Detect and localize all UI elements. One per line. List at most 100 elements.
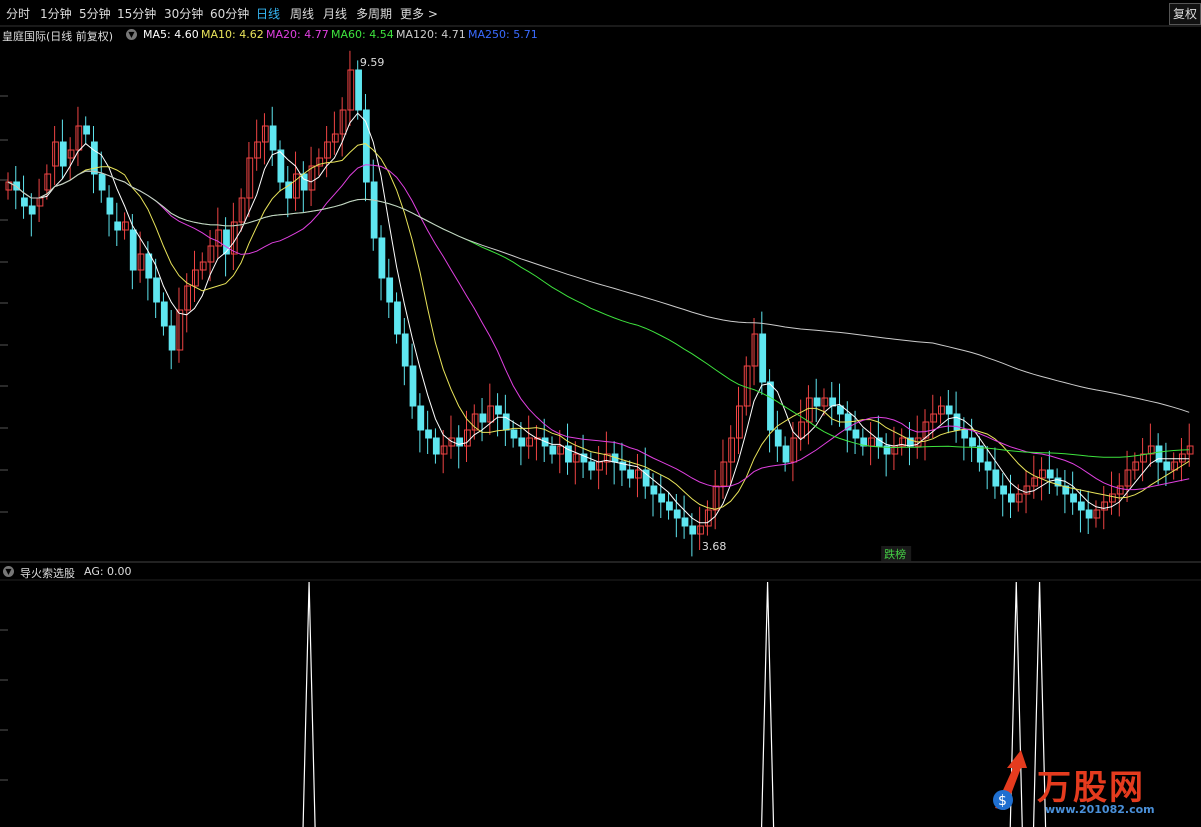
candle-body: [129, 229, 137, 271]
candle-body: [28, 205, 36, 215]
ma-line-ma20: [7, 164, 1190, 491]
candle-body: [355, 69, 362, 111]
candle-body: [634, 469, 642, 479]
candle-body: [386, 277, 394, 303]
signal-spike: [302, 581, 316, 827]
candle-body: [728, 437, 735, 463]
candle-body: [774, 429, 782, 447]
candle-body: [153, 277, 160, 303]
candle-body: [938, 405, 945, 415]
candle-body: [479, 413, 487, 423]
candle-body: [945, 405, 953, 415]
candle-body: [1015, 493, 1023, 503]
candle-body: [199, 261, 207, 271]
candle-body: [984, 461, 992, 471]
candle-body: [813, 397, 821, 407]
candle-body: [83, 125, 90, 135]
candle-body: [1085, 509, 1093, 519]
candle-body: [1124, 469, 1132, 487]
candle-body: [246, 157, 254, 199]
candle-body: [650, 485, 658, 495]
candle-body: [767, 381, 774, 431]
candle-body: [409, 365, 417, 407]
candle-body: [440, 445, 448, 455]
candle-body: [176, 309, 184, 351]
candle-body: [1046, 469, 1054, 479]
candle-body: [98, 173, 106, 191]
candle-body: [829, 397, 837, 407]
candle-body: [704, 509, 712, 527]
candle-body: [1077, 501, 1085, 511]
candle-body: [122, 221, 129, 231]
candle-body: [1163, 461, 1171, 471]
candle-body: [269, 125, 277, 151]
candle-body: [852, 429, 860, 439]
candle-body: [681, 517, 689, 527]
candle-body: [114, 221, 122, 231]
watermark-text: 万股网: [1037, 768, 1145, 808]
candle-body: [735, 405, 743, 439]
candle-body: [324, 141, 331, 159]
candle-body: [495, 405, 502, 415]
price-chart[interactable]: 9.593.68跌榜财涨: [0, 0, 1201, 827]
candle-body: [627, 469, 634, 479]
candle-body: [21, 197, 28, 207]
arrow-logo-icon: $: [993, 750, 1027, 810]
candle-body: [347, 69, 355, 111]
candle-body: [1007, 493, 1015, 503]
candle-body: [1109, 493, 1116, 503]
candle-body: [1178, 453, 1186, 463]
candle-body: [782, 445, 790, 463]
candle-body: [1101, 501, 1109, 511]
candle-body: [168, 325, 176, 351]
candle-body: [557, 445, 565, 455]
candle-body: [394, 301, 401, 335]
candle-body: [930, 413, 938, 423]
candle-body: [720, 461, 728, 487]
candle-body: [697, 525, 704, 535]
candle-body: [59, 141, 67, 167]
candle-body: [44, 173, 52, 191]
candle-body: [223, 229, 230, 255]
candle-body: [805, 397, 813, 423]
high-price-label: 9.59: [360, 56, 385, 69]
candle-body: [969, 437, 976, 447]
candle-body: [689, 525, 697, 535]
candle-body: [254, 141, 261, 159]
candle-body: [331, 133, 339, 143]
candle-body: [192, 269, 199, 287]
event-marker: 跌榜: [884, 547, 906, 561]
watermark-logo: $ 万股网 www.201082.com: [985, 748, 1195, 823]
candle-body: [207, 245, 215, 263]
candle-body: [184, 285, 192, 311]
candle-body: [961, 429, 969, 439]
svg-text:$: $: [998, 793, 1007, 809]
candle-body: [712, 485, 720, 511]
candle-body: [432, 437, 440, 455]
candle-body: [751, 333, 759, 367]
candle-body: [137, 253, 145, 271]
candle-body: [36, 197, 44, 207]
candle-body: [1093, 509, 1101, 519]
candle-body: [1039, 469, 1046, 479]
candle-body: [425, 429, 432, 439]
candle-body: [456, 437, 464, 447]
candle-body: [549, 445, 557, 455]
candle-body: [510, 429, 518, 439]
candle-body: [464, 429, 471, 447]
candle-body: [868, 437, 875, 447]
candle-body: [1116, 485, 1124, 495]
candle-body: [743, 365, 751, 407]
candle-body: [370, 181, 378, 239]
candle-body: [502, 413, 510, 431]
low-price-label: 3.68: [702, 540, 727, 553]
candle-body: [572, 453, 580, 463]
watermark-url: www.201082.com: [1045, 803, 1155, 816]
candle-body: [106, 197, 114, 215]
candle-body: [798, 421, 805, 439]
candle-body: [526, 437, 533, 447]
candle-body: [401, 333, 409, 367]
candle-body: [1023, 485, 1031, 495]
candle-body: [992, 469, 1000, 487]
candle-body: [976, 445, 984, 463]
